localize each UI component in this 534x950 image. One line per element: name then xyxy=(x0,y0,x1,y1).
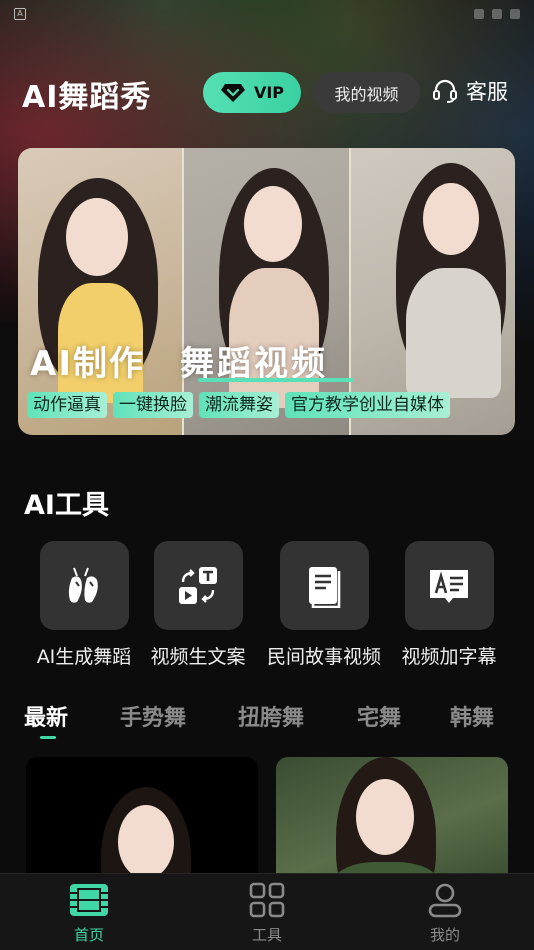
nav-label: 工具 xyxy=(251,926,282,944)
wifi-icon xyxy=(474,9,484,19)
banner-tag: 一键换脸 xyxy=(113,392,193,418)
banner-headline-left: AI制作 xyxy=(30,344,145,384)
film-icon xyxy=(69,880,109,920)
customer-service-button[interactable]: 客服 xyxy=(432,76,508,106)
nav-profile[interactable]: 我的 xyxy=(356,874,534,950)
tab-gesture-dance[interactable]: 手势舞 xyxy=(120,700,186,732)
headset-icon xyxy=(433,79,457,103)
my-videos-button[interactable]: 我的视频 xyxy=(313,72,420,113)
nav-tools[interactable]: 工具 xyxy=(178,874,356,950)
bottom-navigation: 首页 工具 我的 xyxy=(0,873,534,950)
tool-tile xyxy=(404,541,494,630)
tool-label: AI生成舞蹈 xyxy=(36,646,132,668)
tool-tile xyxy=(279,541,369,630)
banner-tags: 动作逼真 一键换脸 潮流舞姿 官方教学创业自媒体 xyxy=(27,392,450,418)
battery-icon xyxy=(510,9,520,19)
nav-label: 我的 xyxy=(429,926,460,944)
tab-otaku-dance[interactable]: 宅舞 xyxy=(357,700,401,732)
subtitle-icon xyxy=(430,569,468,603)
active-tab-indicator xyxy=(40,736,56,739)
app-title: AI舞蹈秀 xyxy=(22,80,152,115)
tab-hip-dance[interactable]: 扭胯舞 xyxy=(238,700,304,732)
status-bar: A xyxy=(0,0,534,28)
vip-button[interactable]: VIP xyxy=(203,72,301,113)
tool-label: 民间故事视频 xyxy=(266,646,381,668)
video-to-text-icon xyxy=(179,566,217,604)
header: AI舞蹈秀 VIP 我的视频 客服 xyxy=(0,70,534,116)
tool-label: 视频生文案 xyxy=(150,646,246,668)
notification-badge-icon: A xyxy=(14,8,26,20)
customer-service-label: 客服 xyxy=(466,80,508,104)
ballet-shoes-icon xyxy=(68,567,98,603)
tool-label: 视频加字幕 xyxy=(401,646,497,668)
tool-tile xyxy=(39,541,129,630)
banner-tag: 潮流舞姿 xyxy=(199,392,279,418)
ai-tools-grid: AI生成舞蹈 视频生文案 民间故事视频 视频加字幕 xyxy=(30,541,510,671)
banner-underline xyxy=(198,378,354,382)
banner-tag: 动作逼真 xyxy=(27,392,107,418)
ai-tools-title: AI工具 xyxy=(24,490,109,521)
tool-video-to-text[interactable]: 视频生文案 xyxy=(138,541,258,669)
category-tabs: 最新 手势舞 扭胯舞 宅舞 韩舞 xyxy=(24,700,514,740)
tool-video-subtitles[interactable]: 视频加字幕 xyxy=(389,541,509,669)
status-icons xyxy=(474,9,520,19)
user-icon xyxy=(425,880,465,920)
grid-icon xyxy=(247,880,287,920)
nav-home[interactable]: 首页 xyxy=(0,874,178,950)
nav-label: 首页 xyxy=(73,926,104,944)
vip-label: VIP xyxy=(253,83,285,102)
tool-tile xyxy=(153,541,243,630)
tab-korean-dance[interactable]: 韩舞 xyxy=(450,700,494,732)
tab-latest[interactable]: 最新 xyxy=(24,700,68,732)
tool-ai-dance[interactable]: AI生成舞蹈 xyxy=(24,541,144,669)
signal-icon xyxy=(492,9,502,19)
promo-banner[interactable]: AI制作 舞蹈视频 动作逼真 一键换脸 潮流舞姿 官方教学创业自媒体 xyxy=(18,148,515,435)
tool-folk-story-video[interactable]: 民间故事视频 xyxy=(264,541,384,669)
banner-tag: 官方教学创业自媒体 xyxy=(285,392,450,418)
book-icon xyxy=(309,566,341,608)
diamond-icon xyxy=(220,83,245,102)
